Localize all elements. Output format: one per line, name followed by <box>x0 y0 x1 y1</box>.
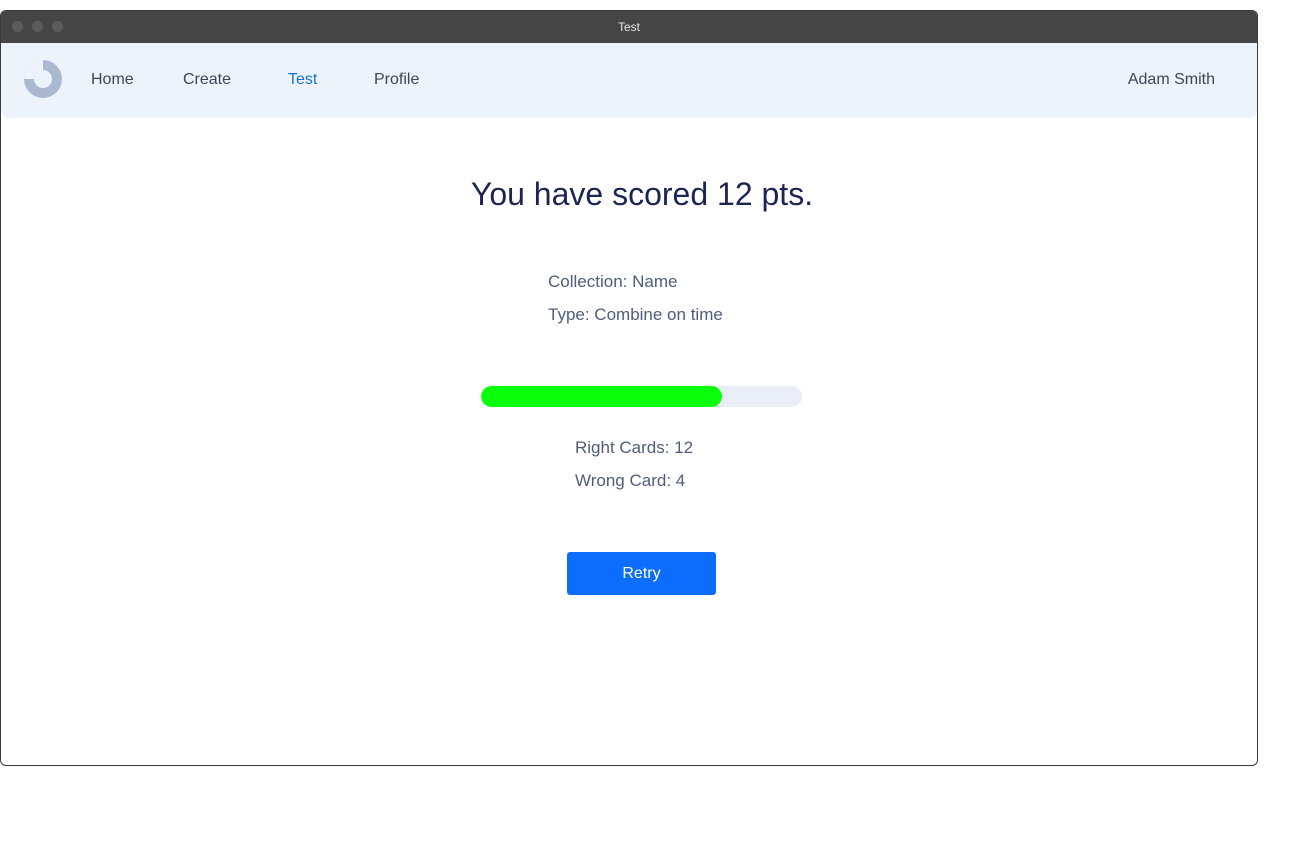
test-type-label: Type: Combine on time <box>548 305 723 324</box>
nav-item-test[interactable]: Test <box>288 71 317 89</box>
retry-button[interactable]: Retry <box>567 552 716 595</box>
right-cards-count: Right Cards: 12 <box>575 438 694 457</box>
score-progress-fill <box>481 386 722 407</box>
score-progress-bar <box>481 386 802 407</box>
top-navbar: Home Create Test Profile Adam Smith <box>1 43 1257 118</box>
nav-item-home[interactable]: Home <box>91 71 134 89</box>
nav-item-create[interactable]: Create <box>183 71 231 89</box>
nav-item-profile[interactable]: Profile <box>374 71 419 89</box>
window-titlebar: Test <box>1 11 1257 43</box>
wrong-cards-count: Wrong Card: 4 <box>575 471 686 490</box>
window-title: Test <box>617 20 640 34</box>
user-menu[interactable]: Adam Smith <box>1128 71 1215 89</box>
score-heading: You have scored 12 pts. <box>470 176 814 212</box>
logo-icon[interactable] <box>23 59 63 99</box>
collection-label: Collection: Name <box>548 272 678 291</box>
